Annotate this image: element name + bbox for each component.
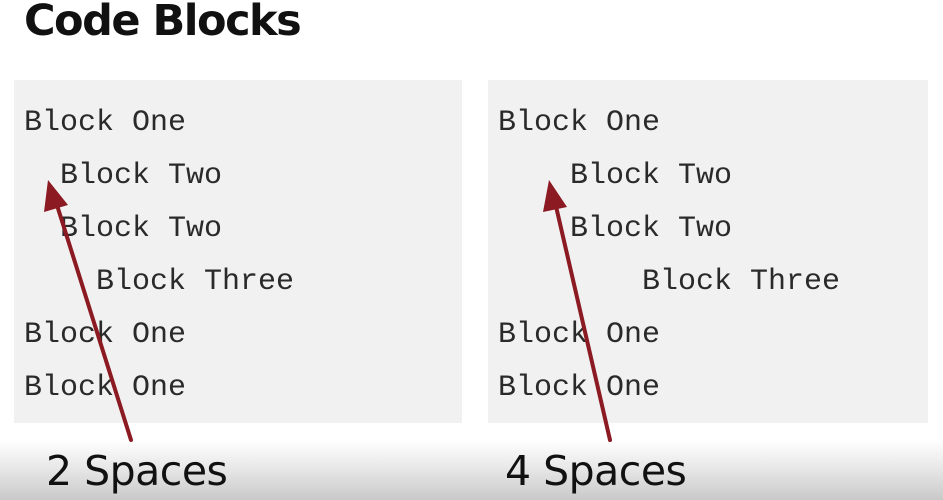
slide: Code Blocks Block One Block Two Block Tw…	[0, 0, 943, 500]
code-line: Block One	[24, 371, 187, 405]
code-line: Block Two	[498, 159, 733, 193]
caption-two-spaces: 2 Spaces	[46, 447, 228, 495]
code-line: Block Two	[24, 212, 223, 246]
code-line: Block Three	[498, 265, 841, 299]
slide-title: Code Blocks	[24, 0, 302, 46]
code-line: Block One	[24, 318, 187, 352]
code-line: Block One	[24, 106, 187, 140]
code-panel-four-spaces: Block One Block Two Block Two Block Thre…	[488, 80, 928, 423]
code-panel-two-spaces: Block One Block Two Block Two Block Thre…	[14, 80, 462, 423]
code-line: Block Two	[498, 212, 733, 246]
code-line: Block Two	[24, 159, 223, 193]
code-line: Block One	[498, 318, 661, 352]
caption-four-spaces: 4 Spaces	[505, 447, 687, 495]
code-line: Block One	[498, 371, 661, 405]
code-line: Block Three	[24, 265, 295, 299]
code-line: Block One	[498, 106, 661, 140]
